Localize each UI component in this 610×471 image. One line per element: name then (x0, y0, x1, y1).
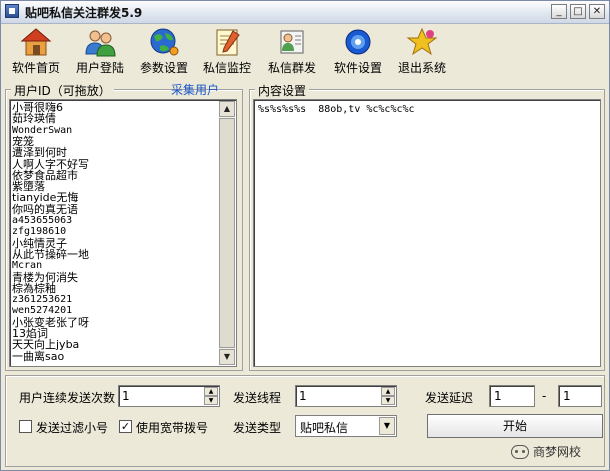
toolbar-login-button[interactable]: 用户登陆 (71, 25, 129, 75)
toolbar-monitor-label: 私信监控 (202, 61, 251, 75)
wechat-icon (511, 445, 529, 459)
threads-spinner[interactable]: 1 ▲ ▼ (295, 385, 397, 407)
consecutive-spinner[interactable]: 1 ▲ ▼ (118, 385, 220, 407)
message-icon (280, 30, 304, 54)
spin-up-icon[interactable]: ▲ (204, 387, 218, 396)
start-button[interactable]: 开始 (427, 414, 603, 438)
gear-icon (345, 29, 371, 55)
user-list-scrollbar[interactable]: ▲ ▼ (219, 101, 235, 365)
toolbar-login-label: 用户登陆 (75, 61, 124, 75)
toolbar-settings-button[interactable]: 软件设置 (329, 25, 387, 75)
app-window: 贴吧私信关注群发5.9 _ □ ✕ 软件首页 用户登陆 参数设置 私信监控 私信… (0, 0, 610, 471)
scroll-down-button[interactable]: ▼ (219, 349, 235, 365)
toolbar-home-button[interactable]: 软件首页 (7, 25, 65, 75)
toolbar-settings-label: 软件设置 (333, 61, 382, 75)
toolbar-params-label: 参数设置 (139, 61, 188, 75)
toolbar-home-label: 软件首页 (11, 61, 60, 75)
globe-icon (150, 28, 179, 56)
minimize-button[interactable]: _ (551, 4, 567, 19)
app-icon (5, 4, 19, 18)
toolbar-broadcast-button[interactable]: 私信群发 (263, 25, 321, 75)
scroll-up-button[interactable]: ▲ (219, 101, 235, 117)
toolbar-exit-button[interactable]: 退出系统 (393, 25, 451, 75)
spin-down-icon[interactable]: ▼ (381, 396, 395, 405)
toolbar-monitor-button[interactable]: 私信监控 (198, 25, 256, 75)
toolbar-broadcast-label: 私信群发 (267, 61, 316, 75)
send-type-value: 贴吧私信 (300, 421, 349, 435)
delay-dash: - (542, 389, 547, 403)
consecutive-label: 用户连续发送次数 (19, 391, 116, 405)
delay-label: 发送延迟 (425, 391, 474, 405)
content-legend: 内容设置 (255, 82, 310, 99)
threads-label: 发送线程 (233, 391, 282, 405)
home-icon (20, 28, 52, 56)
collect-users-link[interactable]: 采集用户 (171, 81, 219, 98)
spin-up-icon[interactable]: ▲ (381, 387, 395, 396)
user-list[interactable]: 小哥很嗨6 茹玲瑛倩 WonderSwan 宠笼 遭泽到何时 人啊人字不好写 依梦食品超市紫… (9, 99, 237, 367)
list-item[interactable]: 一曲离sao (12, 350, 64, 363)
spin-down-icon[interactable]: ▼ (204, 396, 218, 405)
checkmark-icon: ✓ (120, 420, 131, 433)
star-icon (406, 27, 438, 56)
toolbar: 软件首页 用户登陆 参数设置 私信监控 私信群发 软件设置 退出系统 (1, 23, 609, 77)
broadband-checkbox[interactable]: ✓ (119, 420, 132, 433)
notepad-icon (216, 29, 240, 56)
toolbar-params-button[interactable]: 参数设置 (135, 25, 193, 75)
broadband-label: 使用宽带拨号 (136, 421, 209, 435)
users-icon (85, 30, 116, 57)
watermark-text: 商梦网校 (533, 445, 582, 459)
send-type-label: 发送类型 (233, 421, 282, 435)
threads-value: 1 (299, 389, 307, 403)
chevron-down-icon[interactable]: ▼ (379, 417, 395, 435)
user-id-legend: 用户ID（可拖放） (11, 82, 114, 99)
maximize-button[interactable]: □ (570, 4, 586, 19)
delay-max-input[interactable]: 1 (558, 385, 602, 407)
consecutive-value: 1 (122, 389, 130, 403)
toolbar-exit-label: 退出系统 (397, 61, 446, 75)
close-button[interactable]: ✕ (589, 4, 605, 19)
content-textarea[interactable]: %s%s%s%s 88ob,tv %c%c%c%c (253, 99, 601, 367)
delay-min-input[interactable]: 1 (489, 385, 535, 407)
scroll-thumb[interactable] (219, 118, 235, 348)
window-title: 贴吧私信关注群发5.9 (25, 6, 143, 20)
send-type-select[interactable]: 贴吧私信 ▼ (295, 415, 397, 437)
title-bar[interactable]: 贴吧私信关注群发5.9 _ □ ✕ (1, 1, 609, 24)
filter-label: 发送过滤小号 (36, 421, 109, 435)
filter-checkbox[interactable] (19, 420, 32, 433)
